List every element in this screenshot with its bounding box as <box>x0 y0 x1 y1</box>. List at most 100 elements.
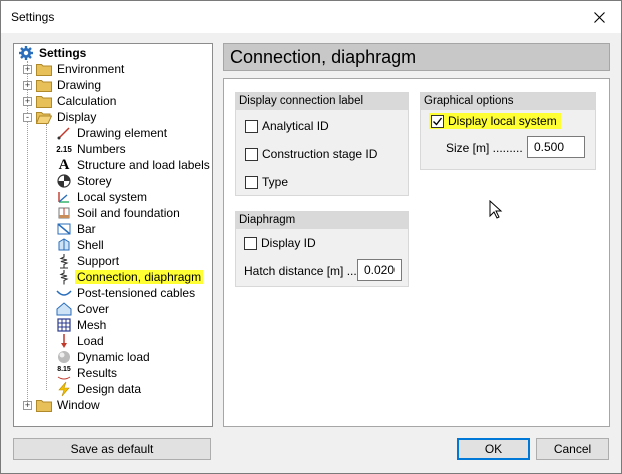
mouse-cursor-icon <box>489 200 503 219</box>
expand-icon[interactable]: + <box>23 96 32 106</box>
close-icon <box>593 11 605 23</box>
tree-item-label: Design data <box>77 382 142 396</box>
cover-icon <box>56 301 72 317</box>
support-icon <box>56 253 72 269</box>
dynamic-load-icon <box>56 349 72 365</box>
analytical-id-option[interactable]: Analytical ID <box>245 119 329 133</box>
connection-diaphragm-icon <box>56 269 72 285</box>
hatch-distance-input[interactable] <box>357 259 402 281</box>
size-input[interactable] <box>527 136 585 158</box>
storey-icon <box>56 173 72 189</box>
expand-icon[interactable]: + <box>23 80 32 90</box>
tree-item-cover[interactable]: Cover <box>56 301 111 317</box>
display-local-system-option[interactable]: Display local system <box>429 113 561 129</box>
tree-item-storey[interactable]: Storey <box>56 173 114 189</box>
tree-item-label: Shell <box>77 238 104 252</box>
structure-label-icon: A <box>58 156 70 173</box>
results-icon: 8.15 <box>56 365 72 381</box>
type-checkbox[interactable] <box>245 175 258 189</box>
tree-item-label: Drawing <box>57 78 102 92</box>
results-icon-text: 8.15 <box>57 366 71 373</box>
display-local-system-checkbox[interactable] <box>431 114 444 128</box>
tree-item-label: Support <box>77 254 120 268</box>
bar-icon <box>56 221 72 237</box>
connection-label-group: Display connection label Analytical ID C… <box>235 92 409 196</box>
tree-item-calculation[interactable]: + Calculation <box>23 93 118 109</box>
tree-item-mesh[interactable]: Mesh <box>56 317 108 333</box>
tree-root[interactable]: Settings <box>18 45 88 61</box>
tree-item-label: Results <box>77 366 118 380</box>
graphical-options-group: Graphical options Display local system S… <box>420 92 596 170</box>
tree-item-label: Bar <box>77 222 96 236</box>
tree-item-bar[interactable]: Bar <box>56 221 98 237</box>
tree-item-label: Cover <box>77 302 110 316</box>
tree-item-connection-diaphragm[interactable]: Connection, diaphragm <box>56 269 204 285</box>
folder-icon <box>36 397 52 413</box>
tree-item-numbers[interactable]: 2.15 Numbers <box>56 141 128 157</box>
post-tensioned-cables-icon <box>56 285 72 301</box>
group-title: Display connection label <box>236 93 408 110</box>
group-title: Diaphragm <box>236 212 408 229</box>
tree-item-label: Dynamic load <box>77 350 150 364</box>
tree-item-load[interactable]: Load <box>56 333 106 349</box>
construction-stage-id-option[interactable]: Construction stage ID <box>245 147 377 161</box>
settings-tree[interactable]: Settings + Environment + Drawing + Calcu… <box>13 43 213 427</box>
tree-item-dynamic-load[interactable]: Dynamic load <box>56 349 152 365</box>
tree-item-structure-labels[interactable]: A Structure and load labels <box>56 157 212 173</box>
page-title: Connection, diaphragm <box>223 43 610 71</box>
tree-item-label: Environment <box>57 62 125 76</box>
soil-foundation-icon <box>56 205 72 221</box>
collapse-icon[interactable]: - <box>23 112 32 122</box>
window-title: Settings <box>11 10 55 24</box>
title-bar: Settings <box>1 1 621 33</box>
close-button[interactable] <box>577 1 621 33</box>
tree-item-label-selected: Connection, diaphragm <box>75 270 204 284</box>
tree-item-label: Storey <box>77 174 112 188</box>
shell-icon <box>56 237 72 253</box>
construction-stage-id-checkbox[interactable] <box>245 147 258 161</box>
tree-item-drawing[interactable]: + Drawing <box>23 77 103 93</box>
checkbox-label: Display local system <box>448 114 557 128</box>
tree-line <box>46 124 47 390</box>
expand-icon[interactable]: + <box>23 400 32 410</box>
tree-item-results[interactable]: 8.15 Results <box>56 365 119 381</box>
tree-item-window[interactable]: + Window <box>23 397 102 413</box>
tree-item-environment[interactable]: + Environment <box>23 61 126 77</box>
tree-root-label: Settings <box>39 46 87 60</box>
group-title: Graphical options <box>421 93 595 110</box>
tree-item-label: Local system <box>77 190 148 204</box>
mesh-icon <box>56 317 72 333</box>
tree-item-design-data[interactable]: Design data <box>56 381 143 397</box>
cancel-button[interactable]: Cancel <box>536 438 609 460</box>
display-id-checkbox[interactable] <box>244 236 257 250</box>
tree-item-label: Structure and load labels <box>77 158 210 172</box>
content-panel: Display connection label Analytical ID C… <box>223 78 610 427</box>
display-id-option[interactable]: Display ID <box>244 236 316 250</box>
tree-item-shell[interactable]: Shell <box>56 237 106 253</box>
analytical-id-checkbox[interactable] <box>245 119 258 133</box>
tree-item-label: Post-tensioned cables <box>77 286 196 300</box>
folder-open-icon <box>36 109 52 125</box>
folder-icon <box>36 93 52 109</box>
tree-item-display[interactable]: - Display <box>23 109 98 125</box>
gear-icon <box>18 45 34 61</box>
checkbox-label: Construction stage ID <box>262 147 378 161</box>
tree-item-label: Soil and foundation <box>77 206 180 220</box>
type-option[interactable]: Type <box>245 175 288 189</box>
size-label: Size [m] ......... <box>446 141 523 155</box>
highlight: Display local system <box>429 113 561 129</box>
tree-item-post-tensioned-cables[interactable]: Post-tensioned cables <box>56 285 197 301</box>
tree-item-drawing-element[interactable]: Drawing element <box>56 125 169 141</box>
folder-icon <box>36 61 52 77</box>
tree-item-support[interactable]: Support <box>56 253 121 269</box>
hatch-distance-label: Hatch distance [m] ... <box>244 264 357 278</box>
ok-button[interactable]: OK <box>457 438 530 460</box>
save-as-default-button[interactable]: Save as default <box>13 438 211 460</box>
local-system-icon <box>56 189 72 205</box>
tree-item-local-system[interactable]: Local system <box>56 189 149 205</box>
tree-item-soil-foundation[interactable]: Soil and foundation <box>56 205 182 221</box>
tree-item-label: Load <box>77 334 104 348</box>
checkbox-label: Display ID <box>261 236 316 250</box>
expand-icon[interactable]: + <box>23 64 32 74</box>
checkbox-label: Type <box>262 175 289 189</box>
